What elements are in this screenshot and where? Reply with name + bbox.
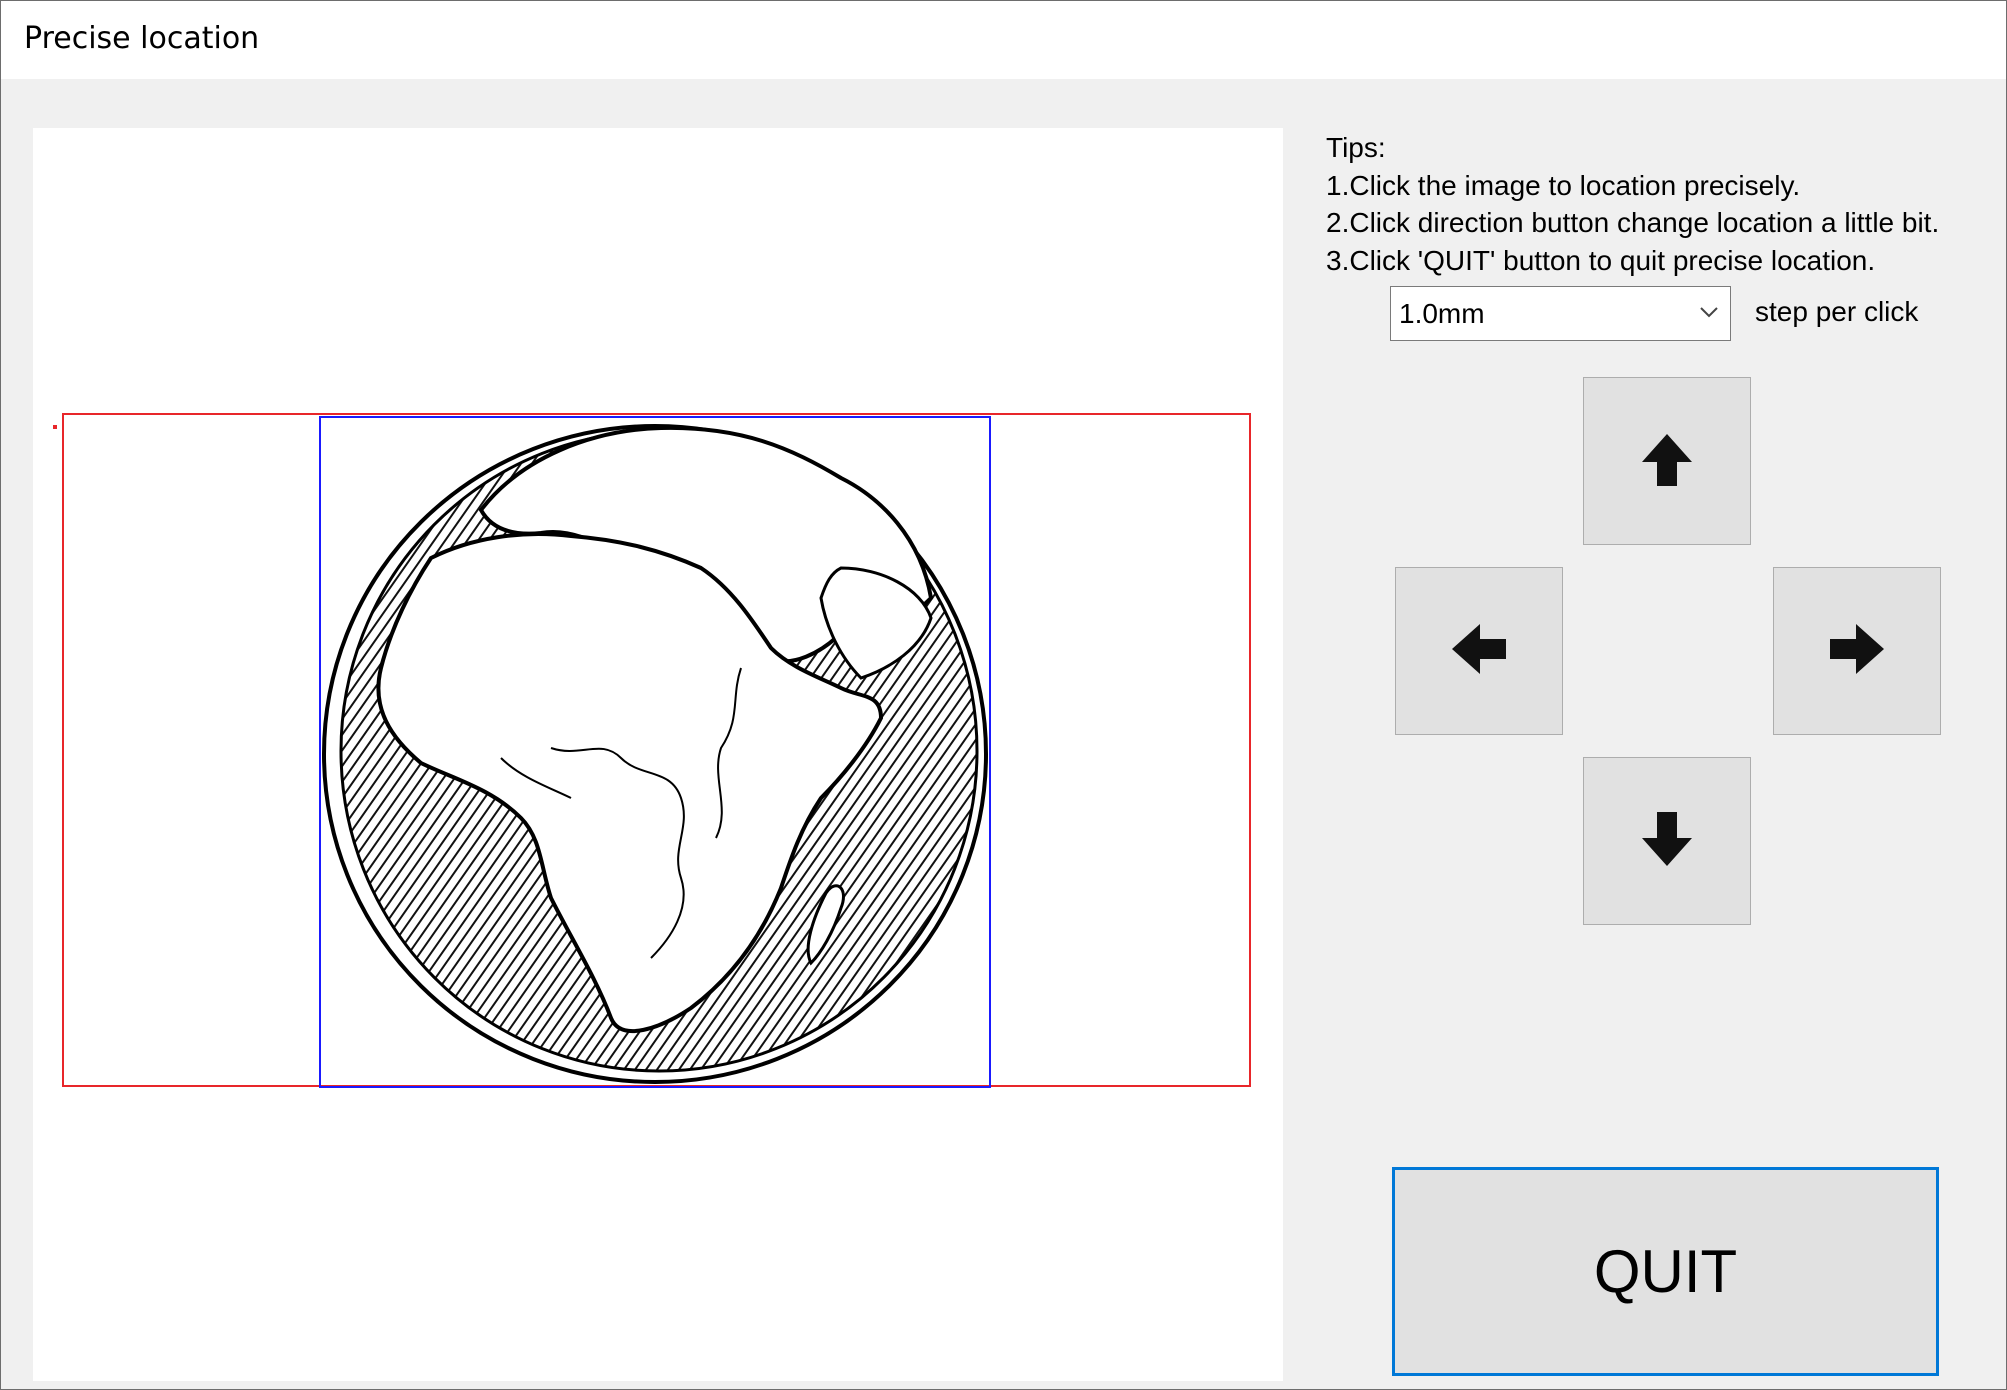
arrow-up-icon — [1637, 429, 1697, 494]
step-size-value: 1.0mm — [1399, 298, 1485, 329]
globe-image — [322, 424, 988, 1084]
engraving-image[interactable] — [319, 416, 991, 1088]
move-left-button[interactable] — [1395, 567, 1563, 735]
arrow-right-icon — [1827, 619, 1887, 684]
quit-button[interactable]: QUIT — [1392, 1167, 1939, 1376]
move-up-button[interactable] — [1583, 377, 1751, 545]
step-size-label: step per click — [1755, 296, 1919, 327]
arrow-left-icon — [1449, 619, 1509, 684]
arrow-down-icon — [1637, 809, 1697, 874]
chevron-down-icon — [1698, 301, 1720, 328]
tip-line-3: 3.Click 'QUIT' button to quit precise lo… — [1326, 244, 1876, 276]
window-title: Precise location — [24, 21, 260, 56]
tips-heading: Tips: — [1326, 132, 1386, 163]
tips-panel: Tips: 1.Click the image to location prec… — [1326, 129, 1939, 279]
tip-line-1: 1.Click the image to location precisely. — [1326, 169, 1801, 201]
tip-line-2: 2.Click direction button change location… — [1326, 207, 1940, 238]
move-down-button[interactable] — [1583, 757, 1751, 925]
precise-location-window: Precise location Tips: 1.Click the image… — [0, 0, 2007, 1390]
quit-button-label: QUIT — [1593, 1238, 1738, 1305]
title-bar[interactable]: Precise location — [1, 1, 2006, 79]
origin-marker — [53, 425, 57, 429]
step-size-dropdown[interactable]: 1.0mm — [1390, 286, 1731, 341]
move-right-button[interactable] — [1773, 567, 1941, 735]
preview-canvas[interactable] — [33, 128, 1283, 1381]
